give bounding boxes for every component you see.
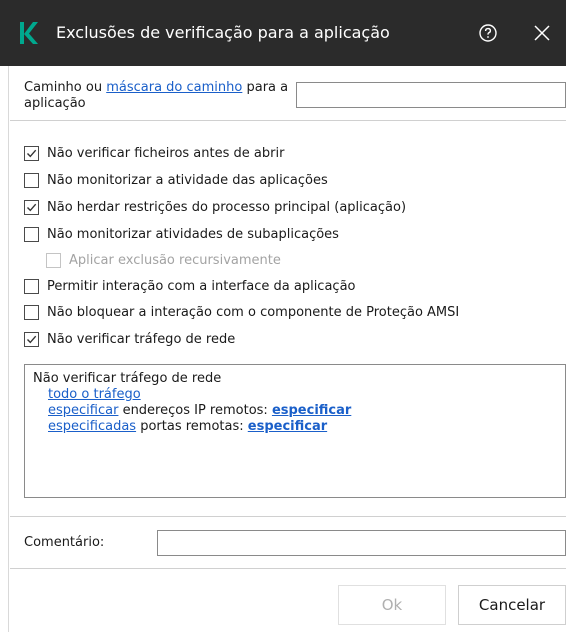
option-row[interactable]: Não verificar tráfego de rede [24, 329, 235, 349]
option-row[interactable]: Não herdar restrições do processo princi… [24, 197, 406, 217]
checkbox[interactable] [24, 226, 39, 242]
ip-value-link[interactable]: especificar [272, 403, 351, 418]
ports-value-link[interactable]: especificar [248, 419, 327, 434]
checkbox[interactable] [24, 172, 39, 188]
traffic-row: todo o tráfego [33, 387, 557, 403]
ports-row: especificadas portas remotas: especifica… [33, 419, 557, 435]
divider [10, 568, 566, 569]
option-row[interactable]: Não monitorizar atividades de subaplicaç… [24, 224, 339, 244]
divider [10, 120, 566, 121]
option-row[interactable]: Não bloquear a interação com o component… [24, 302, 459, 322]
close-icon[interactable] [533, 24, 551, 42]
option-row[interactable]: Não monitorizar a atividade das aplicaçõ… [24, 170, 328, 190]
option-row[interactable]: Permitir interação com a interface da ap… [24, 276, 356, 296]
checkbox[interactable] [24, 145, 39, 161]
checkbox[interactable] [24, 199, 39, 215]
path-label-prefix: Caminho ou [24, 80, 107, 95]
ports-specify-link[interactable]: especificadas [48, 419, 136, 434]
traffic-link[interactable]: todo o tráfego [48, 387, 141, 402]
option-row: Aplicar exclusão recursivamente [46, 250, 281, 270]
description-heading: Não verificar tráfego de rede [33, 371, 222, 386]
dialog-title: Exclusões de verificação para a aplicaçã… [56, 23, 390, 42]
option-label: Não monitorizar a atividade das aplicaçõ… [47, 172, 328, 188]
comment-label: Comentário: [24, 535, 105, 550]
option-label: Não bloquear a interação com o component… [47, 304, 460, 320]
checkbox[interactable] [24, 331, 39, 347]
help-icon[interactable] [478, 23, 498, 43]
rule-description-box: Não verificar tráfego de rede todo o trá… [24, 364, 566, 498]
divider [10, 516, 566, 517]
path-label: Caminho ou máscara do caminho para a apl… [24, 80, 294, 112]
option-label: Permitir interação com a interface da ap… [47, 278, 356, 294]
path-mask-link[interactable]: máscara do caminho [106, 80, 242, 95]
checkbox [46, 252, 61, 268]
option-label: Não verificar ficheiros antes de abrir [47, 145, 285, 161]
option-label: Aplicar exclusão recursivamente [69, 252, 281, 268]
checkbox[interactable] [24, 278, 39, 294]
ip-text: endereços IP remotos: [118, 403, 272, 418]
option-label: Não monitorizar atividades de subaplicaç… [47, 226, 339, 242]
option-label: Não herdar restrições do processo princi… [47, 199, 407, 215]
ip-specify-link[interactable]: especificar [48, 403, 118, 418]
ip-row: especificar endereços IP remotos: especi… [33, 403, 557, 419]
checkbox[interactable] [24, 304, 39, 320]
path-input[interactable] [296, 82, 566, 108]
ports-text: portas remotas: [136, 419, 248, 434]
comment-input[interactable] [157, 530, 566, 556]
cancel-button[interactable]: Cancelar [458, 585, 566, 625]
kaspersky-logo-icon [20, 22, 38, 44]
option-label: Não verificar tráfego de rede [47, 331, 236, 347]
option-row[interactable]: Não verificar ficheiros antes de abrir [24, 143, 284, 163]
dialog-left-border [8, 66, 9, 632]
ok-button[interactable]: Ok [338, 585, 446, 625]
dialog-titlebar: Exclusões de verificação para a aplicaçã… [0, 0, 566, 66]
